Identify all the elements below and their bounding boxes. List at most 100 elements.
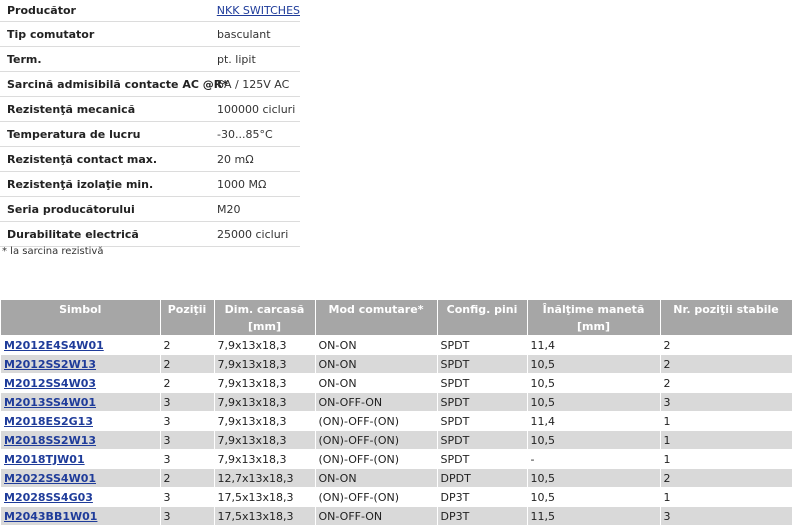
table-cell: 7,9x13x18,3 (214, 354, 316, 374)
column-header[interactable]: Config. pini (437, 300, 528, 318)
spec-row: Rezistenţă contact max. 20 mΩ (0, 147, 300, 172)
table-cell: 17,5x13x18,3 (214, 506, 316, 525)
product-symbol-link[interactable]: M2012SS4W03 (4, 377, 96, 390)
table-cell: (ON)-OFF-(ON) (315, 487, 438, 507)
table-cell: 7,9x13x18,3 (214, 373, 316, 393)
spec-label: Rezistenţă mecanică (7, 102, 136, 116)
table-cell: M2018SS2W13 (1, 430, 161, 450)
products-table: Simbol Poziţii Dim. carcasă Mod comutare* Co… (1, 300, 792, 525)
table-cell: M2018ES2G13 (1, 411, 161, 431)
spec-label: Temperatura de lucru (7, 127, 141, 141)
table-header-row: Simbol Poziţii Dim. carcasă Mod comutare* Co… (1, 300, 792, 318)
spec-value: pt. lipit (217, 52, 256, 66)
table-cell: 10,5 (527, 354, 661, 374)
table-row: M2012SS4W03 2 7,9x13x18,3 ON-ON SPDT 10,5 2 (1, 373, 792, 393)
table-cell: M2013SS4W01 (1, 392, 161, 412)
column-header[interactable]: Dim. carcasă (214, 300, 316, 318)
column-unit: [mm] (214, 318, 316, 336)
spec-label: Durabilitate electrică (7, 227, 139, 241)
spec-row: Durabilitate electrică 25000 cicluri (0, 222, 300, 247)
spec-label: Seria producătorului (7, 202, 135, 216)
column-unit: [mm] (527, 318, 661, 336)
table-cell: 10,5 (527, 468, 661, 488)
table-cell: 7,9x13x18,3 (214, 392, 316, 412)
table-cell: (ON)-OFF-(ON) (315, 449, 438, 469)
column-header[interactable]: Nr. poziţii stabile (660, 300, 792, 318)
table-cell: 2 (660, 468, 792, 488)
table-cell: 3 (160, 487, 215, 507)
table-cell: 1 (660, 487, 792, 507)
table-cell: SPDT (437, 449, 528, 469)
product-symbol-link[interactable]: M2013SS4W01 (4, 396, 96, 409)
table-cell: (ON)-OFF-(ON) (315, 430, 438, 450)
product-symbol-link[interactable]: M2028SS4G03 (4, 491, 93, 504)
column-unit (437, 318, 528, 336)
table-row: M2018ES2G13 3 7,9x13x18,3 (ON)-OFF-(ON) SPDT… (1, 411, 792, 431)
spec-row: Rezistenţă izolaţie min. 1000 MΩ (0, 172, 300, 197)
column-header[interactable]: Simbol (1, 300, 161, 318)
table-cell: 7,9x13x18,3 (214, 430, 316, 450)
table-cell: 3 (160, 506, 215, 525)
table-cell: 2 (160, 335, 215, 355)
manufacturer-link[interactable]: NKK SWITCHES (217, 4, 300, 17)
spec-label: Term. (7, 52, 42, 66)
table-cell: 2 (160, 468, 215, 488)
table-cell: 10,5 (527, 430, 661, 450)
table-cell: - (527, 449, 661, 469)
table-cell: 3 (160, 449, 215, 469)
table-cell: DP3T (437, 487, 528, 507)
product-symbol-link[interactable]: M2018TJW01 (4, 453, 85, 466)
table-cell: 3 (160, 430, 215, 450)
table-cell: ON-ON (315, 335, 438, 355)
table-cell: SPDT (437, 335, 528, 355)
spec-row: Sarcină admisibilă contacte AC @R* 6A / 1… (0, 72, 300, 97)
table-cell: 1 (660, 449, 792, 469)
table-row: M2022SS4W01 2 12,7x13x18,3 ON-ON DPDT 10,5 2 (1, 468, 792, 488)
table-cell: M2028SS4G03 (1, 487, 161, 507)
table-cell: ON-ON (315, 468, 438, 488)
table-cell: 1 (660, 411, 792, 431)
column-header[interactable]: Mod comutare* (315, 300, 438, 318)
table-cell: 3 (160, 392, 215, 412)
spec-row: Seria producătorului M20 (0, 197, 300, 222)
column-header[interactable]: Poziţii (160, 300, 215, 318)
spec-label: Producător (7, 4, 76, 17)
table-row: M2012SS2W13 2 7,9x13x18,3 ON-ON SPDT 10,5 2 (1, 354, 792, 374)
spec-value: 25000 cicluri (217, 227, 289, 241)
product-symbol-link[interactable]: M2012E4S4W01 (4, 339, 104, 352)
table-cell: SPDT (437, 373, 528, 393)
table-cell: 2 (660, 373, 792, 393)
table-row: M2012E4S4W01 2 7,9x13x18,3 ON-ON SPDT 11,4 2 (1, 335, 792, 355)
table-cell: 3 (160, 411, 215, 431)
table-cell: M2012SS4W03 (1, 373, 161, 393)
spec-row: Rezistenţă mecanică 100000 cicluri (0, 97, 300, 122)
table-cell: 11,5 (527, 506, 661, 525)
table-cell: 2 (660, 335, 792, 355)
spec-value: 100000 cicluri (217, 102, 296, 116)
table-row: M2013SS4W01 3 7,9x13x18,3 ON-OFF-ON SPDT 10,5… (1, 392, 792, 412)
table-row: M2018SS2W13 3 7,9x13x18,3 (ON)-OFF-(ON) SPDT… (1, 430, 792, 450)
table-cell: 2 (660, 354, 792, 374)
table-cell: M2012E4S4W01 (1, 335, 161, 355)
product-symbol-link[interactable]: M2018ES2G13 (4, 415, 93, 428)
table-cell: 7,9x13x18,3 (214, 411, 316, 431)
table-cell: 1 (660, 430, 792, 450)
spec-row: Producător NKK SWITCHES (0, 0, 300, 22)
spec-value: basculant (217, 27, 271, 41)
table-cell: SPDT (437, 392, 528, 412)
column-unit (1, 318, 161, 336)
spec-value: NKK SWITCHES (217, 4, 300, 17)
product-symbol-link[interactable]: M2022SS4W01 (4, 472, 96, 485)
spec-row: Temperatura de lucru -30...85°C (0, 122, 300, 147)
product-symbol-link[interactable]: M2018SS2W13 (4, 434, 96, 447)
specifications-table: Producător NKK SWITCHES Tip comutator bascu… (0, 0, 300, 247)
product-symbol-link[interactable]: M2012SS2W13 (4, 358, 96, 371)
spec-value: M20 (217, 202, 241, 216)
table-cell: 10,5 (527, 373, 661, 393)
table-units-row: [mm] [mm] (1, 318, 792, 336)
table-cell: 10,5 (527, 487, 661, 507)
table-cell: SPDT (437, 411, 528, 431)
table-cell: ON-ON (315, 373, 438, 393)
column-header[interactable]: Înălţime manetă (527, 300, 661, 318)
product-symbol-link[interactable]: M2043BB1W01 (4, 510, 97, 523)
